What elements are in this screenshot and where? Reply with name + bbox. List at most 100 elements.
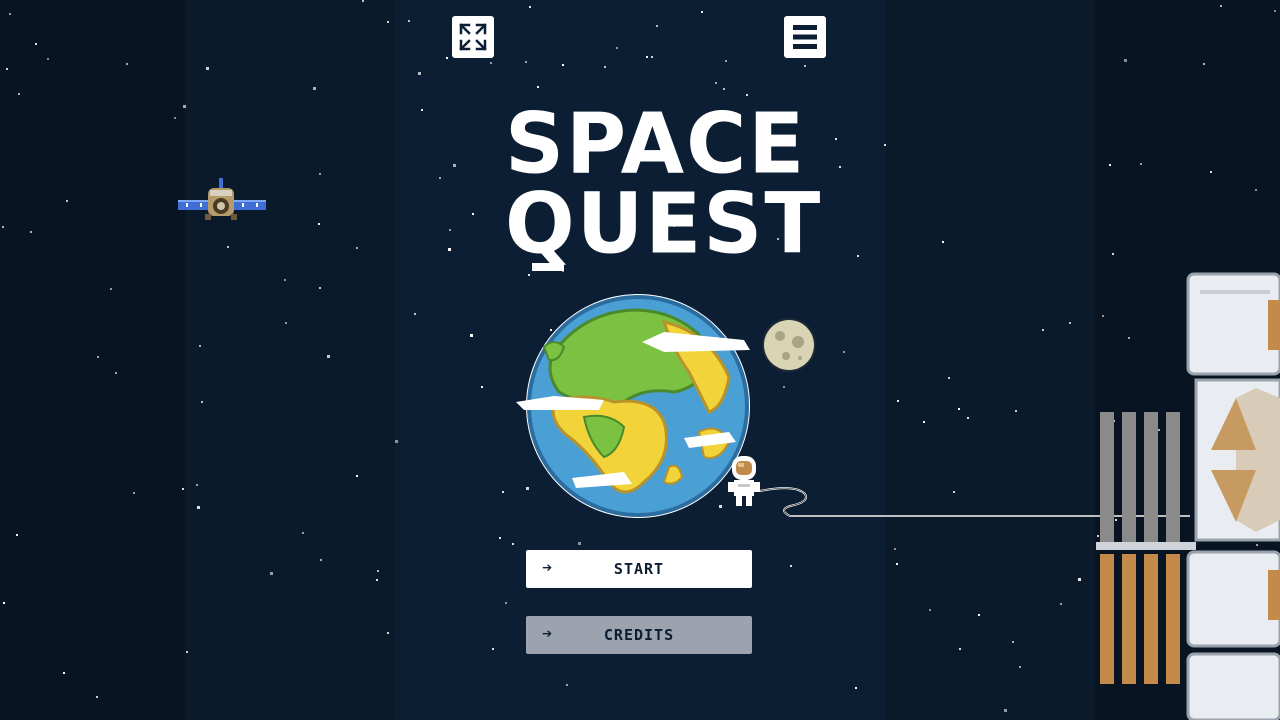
star: [578, 542, 581, 545]
star: [1210, 171, 1212, 173]
star: [855, 687, 857, 689]
star: [356, 247, 358, 249]
star: [1060, 603, 1062, 605]
star: [448, 248, 451, 251]
star: [97, 356, 99, 358]
star: [470, 334, 473, 337]
star: [923, 421, 925, 423]
star: [897, 400, 899, 402]
fullscreen-button[interactable]: [452, 16, 494, 58]
star: [1112, 253, 1114, 255]
star: [421, 109, 423, 111]
star: [199, 345, 201, 347]
star: [839, 166, 841, 168]
star: [715, 82, 717, 84]
star: [408, 20, 410, 22]
star: [387, 21, 389, 23]
star: [319, 173, 321, 175]
star: [449, 229, 451, 231]
star: [562, 64, 564, 66]
star: [302, 532, 304, 534]
star: [472, 213, 474, 215]
star: [376, 579, 378, 581]
star: [3, 602, 5, 604]
star: [528, 274, 530, 276]
credits-button[interactable]: ➔ CREDITS: [526, 616, 752, 654]
star: [843, 351, 845, 353]
star: [174, 117, 176, 119]
star: [227, 246, 229, 248]
star: [6, 68, 8, 70]
star: [206, 67, 209, 70]
star: [1220, 5, 1222, 7]
star: [884, 144, 886, 146]
menu-button[interactable]: [784, 16, 826, 58]
star: [1015, 410, 1017, 412]
star: [1140, 163, 1142, 165]
start-button-label: START: [613, 560, 665, 578]
star: [835, 138, 837, 140]
star: [47, 58, 49, 60]
star: [948, 377, 950, 379]
star: [723, 88, 725, 90]
star: [1203, 63, 1205, 65]
star: [197, 506, 200, 509]
star: [201, 401, 203, 403]
star: [284, 279, 286, 281]
star: [804, 65, 806, 67]
star: [414, 313, 416, 315]
star: [182, 488, 184, 490]
star: [183, 105, 186, 108]
satellite-icon: [178, 178, 266, 220]
star: [126, 63, 128, 65]
star: [1042, 329, 1044, 331]
star: [1255, 189, 1257, 191]
star: [313, 87, 316, 90]
title-line-1: SPACE: [505, 96, 807, 193]
star: [490, 62, 492, 64]
star: [319, 287, 321, 289]
star: [790, 565, 792, 567]
star: [9, 13, 11, 15]
star: [566, 684, 568, 686]
star: [1019, 666, 1021, 668]
start-button[interactable]: ➔ START: [526, 550, 752, 588]
star: [1109, 164, 1111, 166]
star: [942, 241, 944, 243]
solar-panels-orange: [1100, 554, 1180, 684]
star: [967, 417, 969, 419]
hamburger-menu-icon: [793, 25, 817, 49]
star: [725, 60, 727, 62]
star: [499, 537, 501, 539]
star: [492, 648, 494, 650]
star: [133, 492, 135, 494]
star: [701, 11, 703, 13]
star: [439, 177, 441, 179]
star: [857, 255, 859, 257]
star: [929, 609, 931, 611]
star: [651, 56, 653, 58]
star: [525, 61, 527, 63]
title-underscore: [532, 263, 564, 271]
star: [453, 164, 456, 167]
star: [894, 548, 896, 550]
star: [186, 651, 188, 653]
star: [529, 6, 531, 8]
star: [537, 86, 539, 88]
star: [646, 56, 648, 58]
star: [110, 288, 112, 290]
star: [2, 226, 4, 228]
star: [1078, 578, 1081, 581]
star: [356, 475, 358, 477]
star: [320, 559, 322, 561]
star: [1004, 709, 1007, 712]
star: [18, 93, 20, 95]
star: [896, 563, 898, 565]
star: [446, 57, 448, 59]
star: [96, 696, 98, 698]
star: [958, 408, 960, 410]
expand-icon: [459, 23, 487, 51]
star: [481, 386, 483, 388]
star: [418, 72, 421, 75]
star: [502, 491, 504, 493]
